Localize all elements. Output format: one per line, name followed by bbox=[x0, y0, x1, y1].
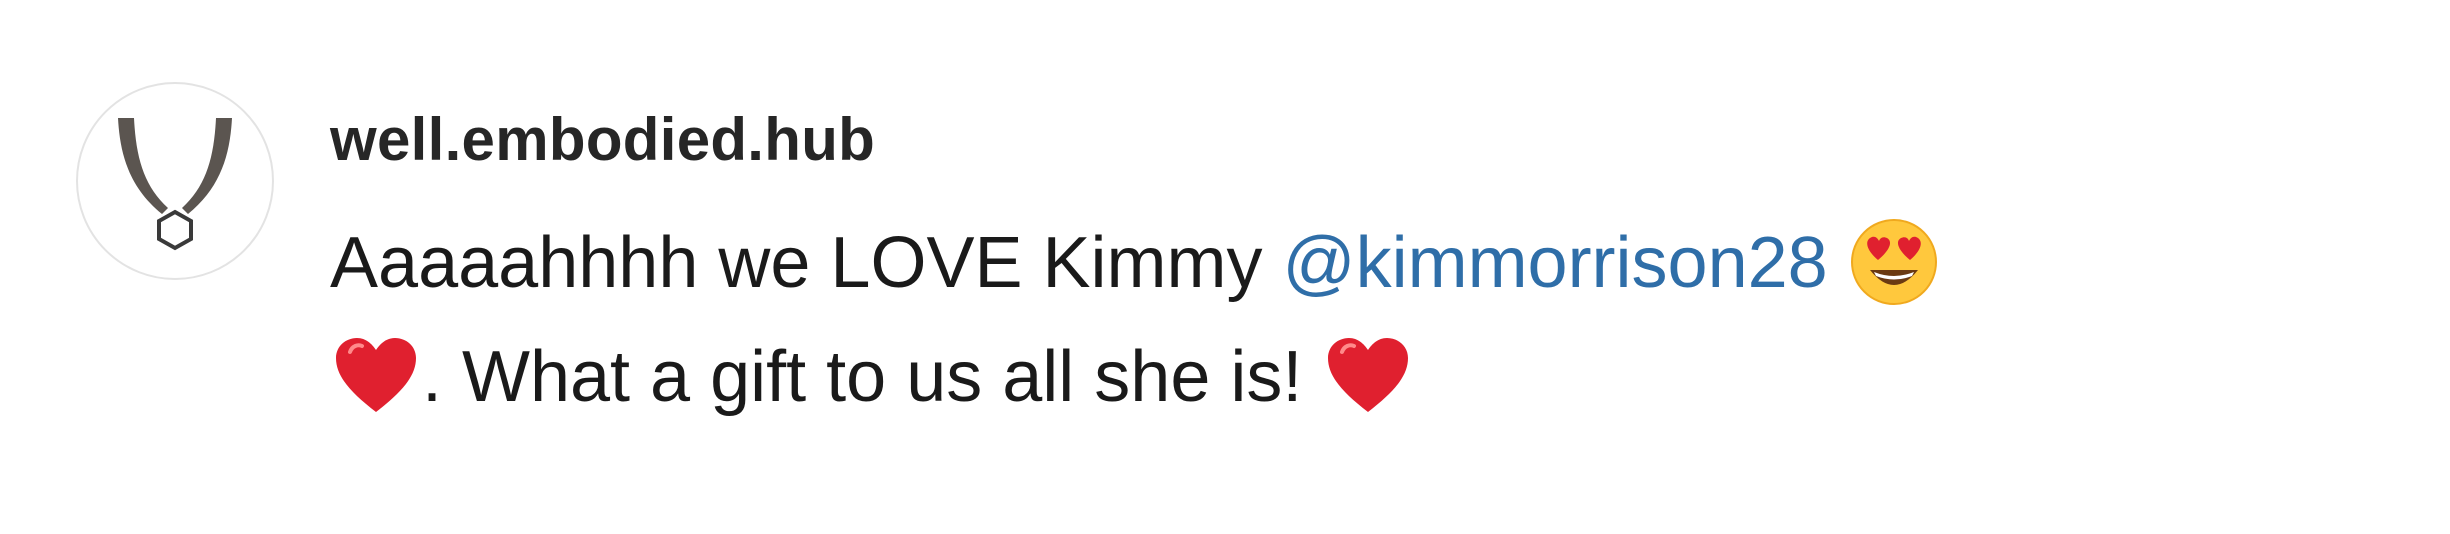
mention-link[interactable]: @kimmorrison28 bbox=[1283, 223, 1828, 303]
comment-body: well.embodied.hub Aaaaahhhh we LOVE Kimm… bbox=[330, 82, 2376, 434]
comment-username[interactable]: well.embodied.hub bbox=[330, 108, 2376, 172]
red-heart-icon bbox=[330, 330, 422, 422]
comment-text-part2: . What a gift to us all she is! bbox=[422, 337, 1303, 417]
comment-text: Aaaaahhhh we LOVE Kimmy @kimmorrison28 .… bbox=[330, 206, 2280, 434]
necklace-logo-icon bbox=[118, 118, 232, 251]
comment-item: well.embodied.hub Aaaaahhhh we LOVE Kimm… bbox=[76, 82, 2376, 434]
avatar[interactable] bbox=[76, 82, 274, 280]
comment-text-part1: Aaaaahhhh we LOVE Kimmy bbox=[330, 223, 1283, 303]
heart-eyes-emoji-icon bbox=[1848, 216, 1940, 308]
red-heart-icon bbox=[1322, 330, 1414, 422]
